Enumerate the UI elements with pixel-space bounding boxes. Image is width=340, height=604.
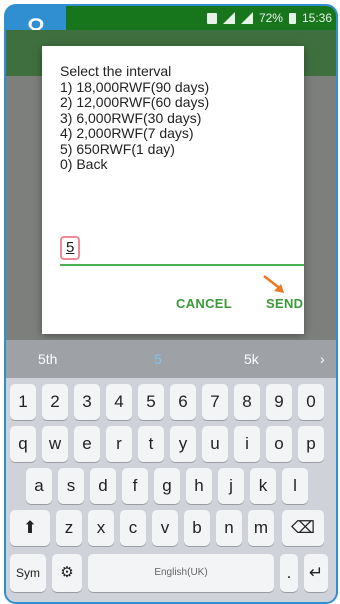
reply-input[interactable]: 5 — [60, 236, 304, 266]
input-underline — [60, 264, 304, 266]
dialog-line: Select the interval — [60, 63, 172, 79]
suggestion-next-icon[interactable]: › — [320, 351, 325, 367]
settings-key-icon[interactable]: ⚙ — [52, 554, 82, 592]
key-d[interactable]: d — [90, 468, 116, 504]
key-2[interactable]: 2 — [42, 384, 68, 420]
key-3[interactable]: 3 — [74, 384, 100, 420]
key-w[interactable]: w — [42, 426, 68, 462]
keyboard: 5th 5 5k › 1 2 3 4 5 6 7 8 9 0 q w e r t… — [6, 340, 336, 602]
battery-icon — [288, 12, 296, 24]
key-b[interactable]: b — [184, 510, 210, 546]
key-q[interactable]: q — [10, 426, 36, 462]
phone-frame: 72% 15:36 8 Select the interval 1) 18,00… — [4, 4, 338, 604]
key-x[interactable]: x — [88, 510, 114, 546]
key-c[interactable]: c — [120, 510, 146, 546]
cancel-button[interactable]: CANCEL — [176, 296, 232, 311]
key-u[interactable]: u — [202, 426, 228, 462]
battery-percent: 72% — [258, 11, 283, 25]
sim-icon — [206, 12, 217, 24]
cell-signal-icon — [240, 12, 253, 24]
wifi-signal-icon — [222, 12, 235, 24]
enter-key-icon[interactable]: ↵ — [304, 554, 328, 592]
period-key[interactable]: . — [280, 554, 298, 592]
key-l[interactable]: l — [282, 468, 308, 504]
key-f[interactable]: f — [122, 468, 148, 504]
shift-key-icon[interactable]: ⬆ — [10, 510, 50, 546]
key-g[interactable]: g — [154, 468, 180, 504]
dialog-line: 2) 12,000RWF(60 days) — [60, 94, 210, 110]
dialog-message: Select the interval 1) 18,000RWF(90 days… — [60, 63, 210, 173]
dialog-line: 4) 2,000RWF(7 days) — [60, 125, 194, 141]
key-5[interactable]: 5 — [138, 384, 164, 420]
key-1[interactable]: 1 — [10, 384, 36, 420]
key-s[interactable]: s — [58, 468, 84, 504]
key-4[interactable]: 4 — [106, 384, 132, 420]
key-t[interactable]: t — [138, 426, 164, 462]
backspace-key-icon[interactable]: ⌫ — [282, 510, 324, 546]
dialog-line: 1) 18,000RWF(90 days) — [60, 78, 210, 95]
key-i[interactable]: i — [234, 426, 260, 462]
dialog-line: 5) 650RWF(1 day) — [60, 140, 175, 157]
send-button[interactable]: SEND — [266, 296, 303, 311]
key-9[interactable]: 9 — [266, 384, 292, 420]
key-j[interactable]: j — [218, 468, 244, 504]
pointer-arrow-icon — [263, 275, 284, 293]
reply-input-value[interactable]: 5 — [60, 236, 81, 260]
dialog-line: 3) 6,000RWF(30 days) — [60, 109, 202, 126]
key-r[interactable]: r — [106, 426, 132, 462]
ussd-dialog: Select the interval 1) 18,000RWF(90 days… — [42, 46, 304, 334]
sym-key[interactable]: Sym — [10, 554, 46, 592]
status-icons: 72% 15:36 — [206, 11, 332, 25]
key-o[interactable]: o — [266, 426, 292, 462]
suggestion-item[interactable]: 5 — [154, 351, 162, 367]
key-7[interactable]: 7 — [202, 384, 228, 420]
suggestion-item[interactable]: 5k — [244, 351, 259, 367]
suggestion-item[interactable]: 5th — [38, 351, 57, 367]
key-a[interactable]: a — [26, 468, 52, 504]
key-k[interactable]: k — [250, 468, 276, 504]
key-z[interactable]: z — [56, 510, 82, 546]
key-p[interactable]: p — [298, 426, 324, 462]
suggestion-bar: 5th 5 5k › — [6, 340, 336, 378]
key-h[interactable]: h — [186, 468, 212, 504]
key-0[interactable]: 0 — [298, 384, 324, 420]
key-n[interactable]: n — [216, 510, 242, 546]
key-m[interactable]: m — [248, 510, 274, 546]
key-v[interactable]: v — [152, 510, 178, 546]
space-key[interactable]: English(UK) — [88, 554, 274, 592]
key-6[interactable]: 6 — [170, 384, 196, 420]
dialog-line: 0) Back — [60, 156, 108, 172]
clock: 15:36 — [301, 11, 332, 25]
key-y[interactable]: y — [170, 426, 196, 462]
key-8[interactable]: 8 — [234, 384, 260, 420]
key-e[interactable]: e — [74, 426, 100, 462]
